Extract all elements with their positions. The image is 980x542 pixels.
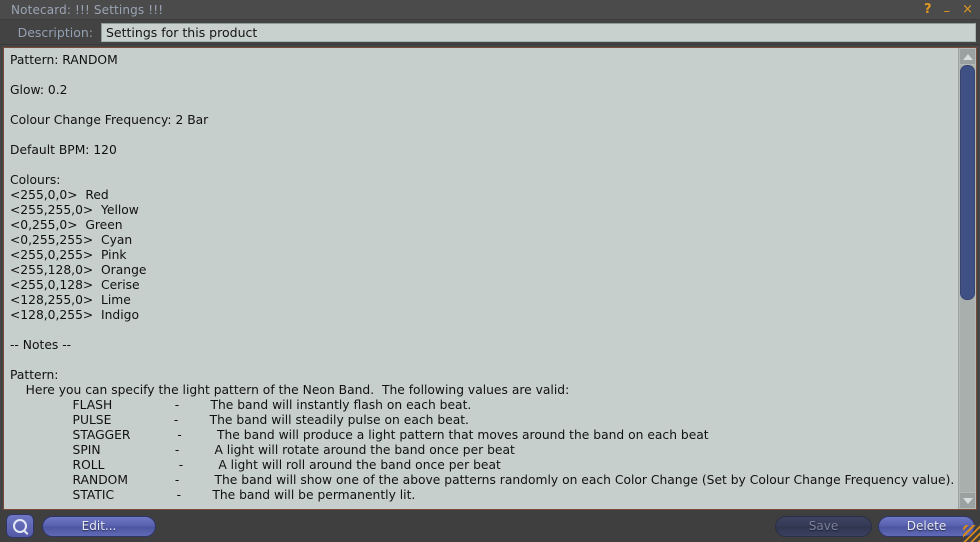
scroll-up-icon[interactable] bbox=[960, 49, 975, 64]
save-button[interactable]: Save bbox=[775, 515, 872, 537]
notecard-line: STATIC - The band will be permanently li… bbox=[10, 488, 416, 502]
description-input[interactable]: Settings for this product bbox=[101, 22, 976, 42]
notecard-line: <0,255,255> Cyan bbox=[10, 233, 133, 247]
notecard-line: <255,128,0> Orange bbox=[10, 263, 147, 277]
notecard-line: -- Notes -- bbox=[10, 338, 72, 352]
notecard-line: <255,0,0> Red bbox=[10, 188, 109, 202]
title-bar[interactable]: Notecard: !!! Settings !!! ? – × bbox=[0, 0, 980, 20]
notecard-line bbox=[10, 158, 958, 173]
notecard-line: Colour Change Frequency: 2 Bar bbox=[10, 113, 209, 127]
triangle-down-icon bbox=[962, 497, 973, 504]
notecard-line: Pattern: RANDOM bbox=[10, 53, 118, 67]
search-button[interactable] bbox=[6, 514, 34, 538]
notecard-line: Default BPM: 120 bbox=[10, 143, 117, 157]
notecard-line: SPIN - A light will rotate around the ba… bbox=[10, 443, 515, 457]
description-label: Description: bbox=[17, 24, 93, 40]
notecard-window: Notecard: !!! Settings !!! ? – × Descrip… bbox=[0, 0, 980, 542]
notecard-body: Pattern: RANDOM Glow: 0.2 Colour Change Fr… bbox=[3, 47, 977, 510]
notecard-text-area[interactable]: Pattern: RANDOM Glow: 0.2 Colour Change Fr… bbox=[4, 48, 958, 509]
close-icon[interactable]: × bbox=[962, 3, 973, 16]
delete-button[interactable]: Delete bbox=[878, 515, 975, 537]
notecard-line: ROLL - A light will roll around the band… bbox=[10, 458, 501, 472]
scrollbar-thumb[interactable] bbox=[960, 65, 975, 300]
edit-button[interactable]: Edit... bbox=[42, 515, 156, 537]
notecard-line: Colours: bbox=[10, 173, 61, 187]
notecard-line: <255,0,255> Pink bbox=[10, 248, 127, 262]
notecard-line: PULSE - The band will steadily pulse on … bbox=[10, 413, 469, 427]
notecard-line: Pattern: bbox=[10, 368, 59, 382]
scrollbar-track[interactable] bbox=[960, 65, 975, 492]
triangle-up-icon bbox=[962, 53, 973, 60]
description-row: Description: Settings for this product bbox=[0, 20, 980, 45]
notecard-line: <255,255,0> Yellow bbox=[10, 203, 139, 217]
window-controls: ? – × bbox=[924, 0, 973, 19]
vertical-scrollbar[interactable] bbox=[958, 48, 976, 509]
scroll-down-icon[interactable] bbox=[960, 493, 975, 508]
notecard-line: Here you can specify the light pattern o… bbox=[10, 383, 570, 397]
notecard-line: <255,0,128> Cerise bbox=[10, 278, 140, 292]
help-icon[interactable]: ? bbox=[924, 3, 932, 16]
bottom-toolbar: Edit... Save Delete bbox=[0, 510, 980, 542]
notecard-line bbox=[10, 128, 958, 143]
notecard-line: STAGGER - The band will produce a light … bbox=[10, 428, 709, 442]
notecard-line bbox=[10, 68, 958, 83]
notecard-line bbox=[10, 98, 958, 113]
notecard-line: <128,255,0> Lime bbox=[10, 293, 131, 307]
notecard-line bbox=[10, 353, 958, 368]
minimize-icon[interactable]: – bbox=[944, 5, 951, 18]
notecard-line: <128,0,255> Indigo bbox=[10, 308, 139, 322]
notecard-line: <0,255,0> Green bbox=[10, 218, 123, 232]
notecard-line: FLASH - The band will instantly flash on… bbox=[10, 398, 472, 412]
notecard-line: Glow: 0.2 bbox=[10, 83, 68, 97]
window-title: Notecard: !!! Settings !!! bbox=[11, 2, 164, 17]
notecard-line bbox=[10, 323, 958, 338]
notecard-line: RANDOM - The band will show one of the a… bbox=[10, 473, 955, 487]
search-icon bbox=[13, 519, 27, 533]
